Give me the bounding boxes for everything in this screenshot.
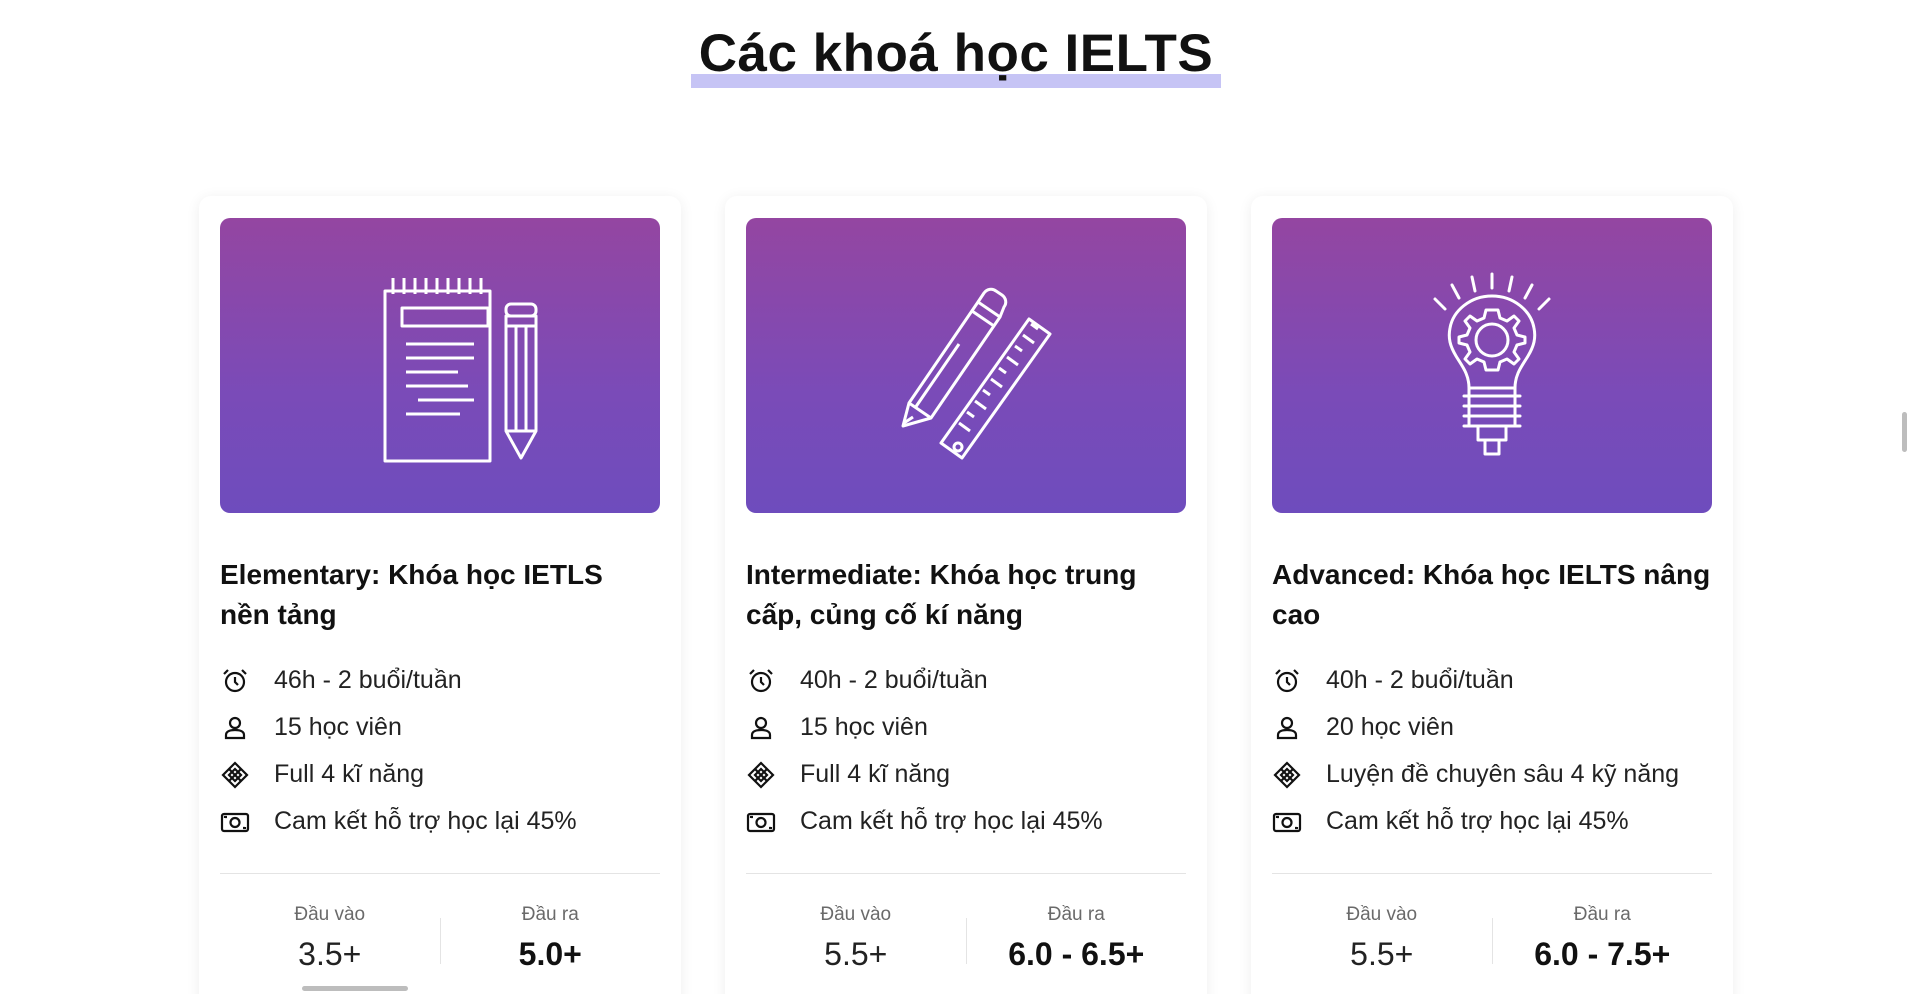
- alarm-clock-icon: [746, 666, 776, 696]
- user-icon: [220, 713, 250, 743]
- feature-text: Cam kết hỗ trợ học lại 45%: [274, 807, 577, 835]
- input-value: 5.5+: [1350, 936, 1414, 972]
- course-cards: Elementary: Khóa học IETLS nền tảng 46h …: [199, 196, 1733, 994]
- feature-text: 15 học viên: [800, 713, 928, 741]
- feature-text: Cam kết hỗ trợ học lại 45%: [800, 807, 1103, 835]
- input-level: Đầu vào 5.5+: [746, 902, 966, 976]
- feature-duration: 46h - 2 buổi/tuần: [220, 657, 660, 704]
- alarm-clock-icon: [1272, 666, 1302, 696]
- alarm-clock-icon: [220, 666, 250, 696]
- input-value: 3.5+: [298, 936, 362, 972]
- section-title: Các khoá học IELTS: [690, 18, 1222, 90]
- band-levels: Đầu vào 3.5+ Đầu ra 5.0+: [220, 902, 660, 976]
- divider: [1272, 873, 1712, 874]
- feature-list: 40h - 2 buổi/tuần 15 học viên Full 4 kĩ …: [746, 657, 1186, 845]
- feature-skills: Luyện đề chuyên sâu 4 kỹ năng: [1272, 751, 1712, 798]
- feature-list: 40h - 2 buổi/tuần 20 học viên Luyện đề c…: [1272, 657, 1712, 845]
- section-heading-wrap: Các khoá học IELTS: [0, 18, 1912, 90]
- feature-duration: 40h - 2 buổi/tuần: [1272, 657, 1712, 704]
- diamond-grid-icon: [220, 760, 250, 790]
- divider: [746, 873, 1186, 874]
- feature-text: 20 học viên: [1326, 713, 1454, 741]
- feature-text: 15 học viên: [274, 713, 402, 741]
- feature-text: Full 4 kĩ năng: [800, 760, 951, 788]
- input-level: Đầu vào 3.5+: [220, 902, 440, 976]
- output-label: Đầu ra: [1047, 904, 1105, 925]
- feature-skills: Full 4 kĩ năng: [746, 751, 1186, 798]
- page: Các khoá học IELTS Elementary: Khóa học …: [0, 0, 1912, 994]
- money-icon: [746, 807, 776, 837]
- pencil-ruler-icon: [901, 287, 1052, 459]
- course-title[interactable]: Elementary: Khóa học IETLS nền tảng: [220, 555, 660, 635]
- input-level: Đầu vào 5.5+: [1272, 902, 1492, 976]
- diamond-grid-icon: [746, 760, 776, 790]
- feature-list: 46h - 2 buổi/tuần 15 học viên Full 4 kĩ …: [220, 657, 660, 845]
- feature-students: 15 học viên: [220, 704, 660, 751]
- user-icon: [746, 713, 776, 743]
- feature-students: 15 học viên: [746, 704, 1186, 751]
- feature-duration: 40h - 2 buổi/tuần: [746, 657, 1186, 704]
- money-icon: [1272, 807, 1302, 837]
- feature-text: Luyện đề chuyên sâu 4 kỹ năng: [1326, 760, 1680, 788]
- course-title[interactable]: Advanced: Khóa học IELTS nâng cao: [1272, 555, 1712, 635]
- feature-text: 40h - 2 buổi/tuần: [800, 666, 988, 694]
- lightbulb-gear-icon: [1433, 272, 1551, 455]
- output-level: Đầu ra 5.0+: [441, 902, 661, 976]
- input-label: Đầu vào: [1346, 904, 1418, 925]
- notepad-pencil-icon: [383, 277, 538, 462]
- feature-text: 40h - 2 buổi/tuần: [1326, 666, 1514, 694]
- course-title[interactable]: Intermediate: Khóa học trung cấp, củng c…: [746, 555, 1186, 635]
- feature-text: 46h - 2 buổi/tuần: [274, 666, 462, 694]
- band-levels: Đầu vào 5.5+ Đầu ra 6.0 - 7.5+: [1272, 902, 1712, 976]
- feature-commitment: Cam kết hỗ trợ học lại 45%: [220, 798, 660, 845]
- output-value: 6.0 - 7.5+: [1534, 936, 1671, 972]
- feature-skills: Full 4 kĩ năng: [220, 751, 660, 798]
- feature-commitment: Cam kết hỗ trợ học lại 45%: [746, 798, 1186, 845]
- diamond-grid-icon: [1272, 760, 1302, 790]
- input-value: 5.5+: [824, 936, 888, 972]
- band-levels: Đầu vào 5.5+ Đầu ra 6.0 - 6.5+: [746, 902, 1186, 976]
- input-label: Đầu vào: [294, 904, 366, 925]
- course-image: [220, 218, 660, 513]
- feature-text: Full 4 kĩ năng: [274, 760, 425, 788]
- feature-text: Cam kết hỗ trợ học lại 45%: [1326, 807, 1629, 835]
- output-value: 5.0+: [518, 936, 582, 972]
- course-image: [746, 218, 1186, 513]
- feature-commitment: Cam kết hỗ trợ học lại 45%: [1272, 798, 1712, 845]
- course-card-advanced[interactable]: Advanced: Khóa học IELTS nâng cao 40h - …: [1251, 196, 1733, 994]
- output-level: Đầu ra 6.0 - 6.5+: [967, 902, 1187, 976]
- course-card-intermediate[interactable]: Intermediate: Khóa học trung cấp, củng c…: [725, 196, 1207, 994]
- output-level: Đầu ra 6.0 - 7.5+: [1493, 902, 1713, 976]
- feature-students: 20 học viên: [1272, 704, 1712, 751]
- user-icon: [1272, 713, 1302, 743]
- divider: [220, 873, 660, 874]
- course-image: [1272, 218, 1712, 513]
- money-icon: [220, 807, 250, 837]
- section-title-text: Các khoá học IELTS: [698, 24, 1214, 83]
- output-label: Đầu ra: [1573, 904, 1631, 925]
- vertical-scrollbar-thumb[interactable]: [1902, 412, 1907, 452]
- horizontal-scroll-indicator[interactable]: [302, 986, 408, 991]
- output-value: 6.0 - 6.5+: [1008, 936, 1145, 972]
- output-label: Đầu ra: [521, 904, 579, 925]
- input-label: Đầu vào: [820, 904, 892, 925]
- course-card-elementary[interactable]: Elementary: Khóa học IETLS nền tảng 46h …: [199, 196, 681, 994]
